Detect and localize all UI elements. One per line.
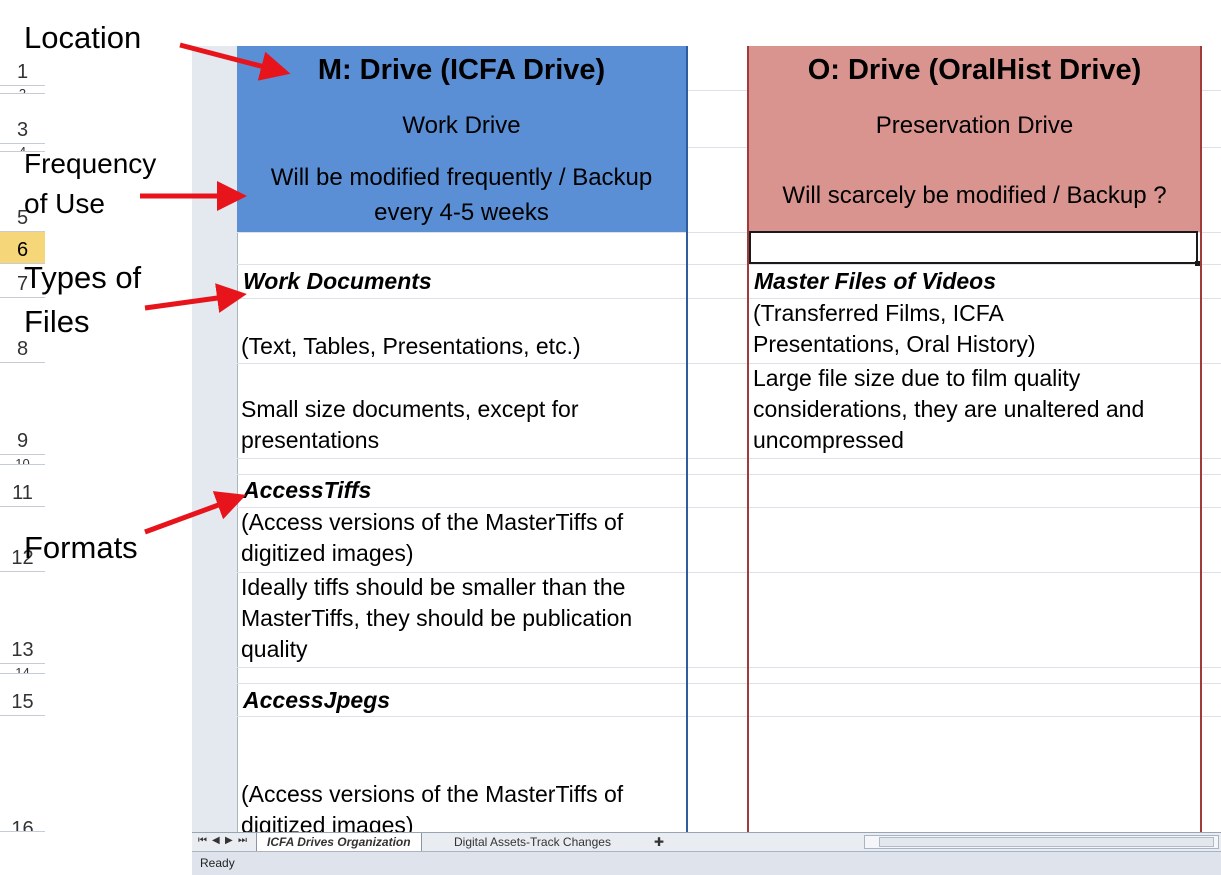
- horizontal-scrollbar[interactable]: [864, 835, 1219, 849]
- horizontal-scrollbar-thumb[interactable]: [879, 837, 1214, 847]
- insert-sheet-icon[interactable]: ✚: [644, 833, 674, 851]
- annotation-arrows: [140, 42, 291, 535]
- status-text: Ready: [200, 856, 235, 870]
- last-sheet-icon[interactable]: ⏭: [238, 835, 247, 846]
- arrow-types: [144, 283, 247, 313]
- arrow-location: [179, 42, 291, 81]
- arrow-formats: [144, 491, 247, 535]
- next-sheet-icon[interactable]: ▶: [225, 835, 233, 846]
- sheet-tab-bar: ⏮ ◀ ▶ ⏭ ICFA Drives Organization Digital…: [192, 832, 1221, 852]
- tab-digital-assets-track-changes[interactable]: Digital Assets-Track Changes: [444, 833, 621, 851]
- first-sheet-icon[interactable]: ⏮: [198, 835, 207, 846]
- status-bar: Ready: [192, 851, 1221, 875]
- tab-icfa-drives-organization[interactable]: ICFA Drives Organization: [256, 833, 422, 852]
- prev-sheet-icon[interactable]: ◀: [212, 835, 220, 846]
